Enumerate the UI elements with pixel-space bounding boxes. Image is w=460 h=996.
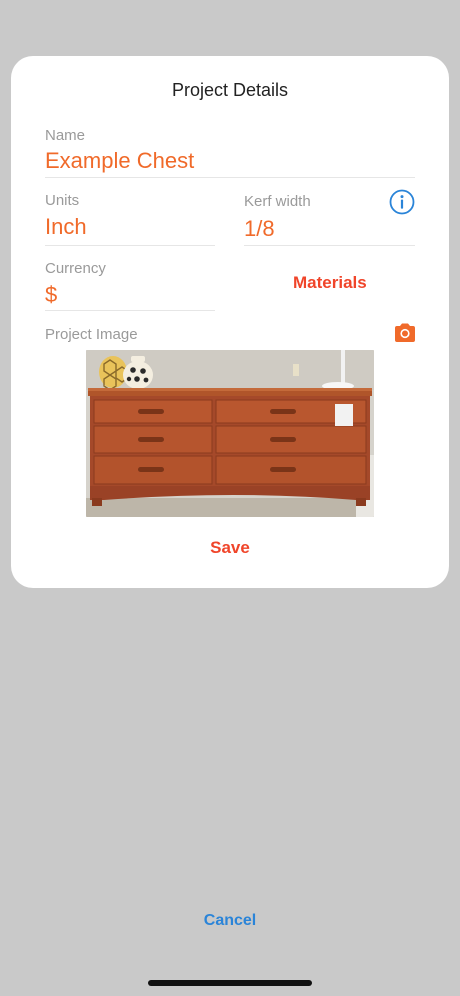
- currency-field[interactable]: $: [45, 282, 57, 308]
- name-divider: [45, 177, 415, 178]
- camera-icon[interactable]: [393, 322, 417, 344]
- currency-label: Currency: [45, 260, 106, 277]
- save-button[interactable]: Save: [11, 538, 449, 558]
- home-indicator: [148, 980, 312, 986]
- info-icon[interactable]: [389, 189, 415, 215]
- kerf-width-divider: [244, 245, 415, 246]
- project-details-card: Project Details Name Example Chest Units…: [11, 56, 449, 588]
- kerf-width-field[interactable]: 1/8: [244, 216, 275, 242]
- materials-button[interactable]: Materials: [293, 273, 367, 293]
- units-divider: [45, 245, 215, 246]
- project-image-label: Project Image: [45, 326, 138, 343]
- cancel-button[interactable]: Cancel: [0, 912, 460, 930]
- kerf-width-label: Kerf width: [244, 193, 311, 210]
- project-image[interactable]: [86, 350, 374, 517]
- dialog-title: Project Details: [171, 80, 289, 100]
- name-label: Name: [45, 127, 86, 144]
- units-field[interactable]: Inch: [45, 214, 87, 240]
- currency-divider: [45, 310, 215, 311]
- name-field[interactable]: Example Chest: [45, 148, 194, 174]
- units-label: Units: [45, 192, 80, 209]
